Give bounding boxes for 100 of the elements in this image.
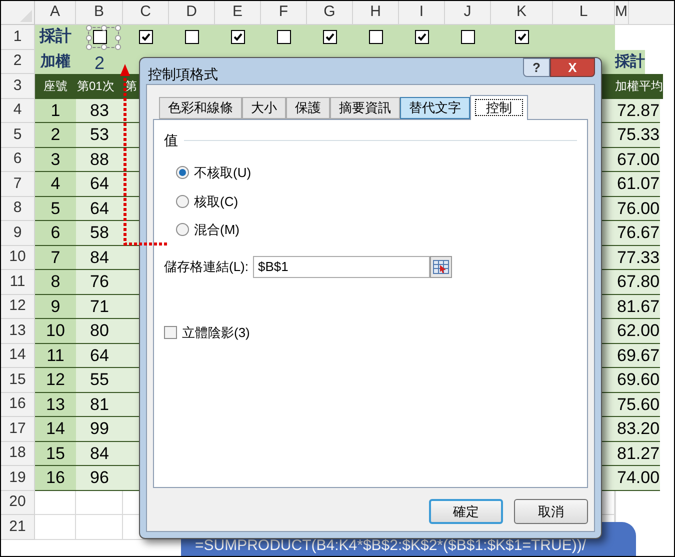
row-header[interactable]: 4	[1, 98, 35, 123]
column-header[interactable]: B	[76, 1, 123, 25]
tab[interactable]: 控制	[470, 95, 528, 120]
tab[interactable]: 保護	[286, 97, 330, 119]
table-cell: 16	[35, 466, 76, 490]
row-header[interactable]: 8	[1, 196, 35, 221]
checkbox[interactable]	[139, 30, 153, 44]
table-cell: 15	[35, 442, 76, 466]
radio-option[interactable]: 混合(M)	[176, 220, 240, 240]
table-cell: 12	[35, 368, 76, 392]
table-cell: 67.80	[615, 270, 660, 294]
table-cell: 13	[35, 392, 76, 417]
checkbox[interactable]	[277, 30, 291, 44]
column-header[interactable]: M	[615, 1, 628, 25]
table-cell: 8	[35, 270, 76, 294]
checkbox[interactable]	[185, 30, 199, 44]
table-cell: 第01次	[76, 74, 123, 98]
column-header[interactable]: J	[445, 1, 491, 25]
table-cell: 64	[76, 172, 123, 196]
row-header[interactable]: 18	[1, 442, 35, 466]
row-header[interactable]: 16	[1, 392, 35, 417]
checkbox-option[interactable]: 立體陰影(3)	[164, 322, 250, 342]
table-cell: 84	[76, 442, 123, 466]
table-cell: 75.33	[615, 123, 660, 148]
range-picker-button[interactable]	[430, 256, 452, 278]
radio-option[interactable]: 核取(C)	[176, 192, 238, 211]
table-cell: 83.20	[615, 417, 660, 442]
table-cell: 83	[76, 98, 123, 123]
row-header[interactable]: 3	[1, 74, 35, 98]
radio-option[interactable]: 不核取(U)	[176, 163, 252, 182]
table-cell: 座號	[35, 74, 76, 98]
row-header[interactable]: 19	[1, 466, 35, 490]
help-button[interactable]: ?	[523, 58, 550, 77]
checkbox[interactable]	[515, 30, 529, 44]
tab[interactable]: 摘要資訊	[330, 97, 400, 119]
table-cell: 採計	[615, 50, 645, 74]
tab[interactable]: 大小	[242, 97, 286, 119]
table-cell: 7	[35, 246, 76, 270]
row-header[interactable]: 13	[1, 319, 35, 344]
table-cell: 74.00	[615, 466, 660, 490]
table-cell: 99	[76, 417, 123, 442]
checkbox[interactable]	[231, 30, 245, 44]
checkbox[interactable]	[369, 30, 383, 44]
table-cell: 76.67	[615, 221, 660, 246]
table-cell: 6	[35, 221, 76, 246]
row-header[interactable]: 9	[1, 221, 35, 246]
column-header[interactable]: D	[169, 1, 215, 25]
field-label: 儲存格連結(L):	[164, 258, 249, 276]
checkbox[interactable]	[415, 30, 429, 44]
row-header[interactable]: 10	[1, 246, 35, 270]
tab[interactable]: 替代文字	[400, 97, 470, 119]
row-header[interactable]: 14	[1, 344, 35, 368]
table-cell: 81	[76, 392, 123, 417]
tab[interactable]: 色彩和線條	[159, 97, 242, 119]
table-cell: 77.33	[615, 246, 660, 270]
row-header[interactable]: 21	[1, 515, 35, 540]
row-header[interactable]: 20	[1, 490, 35, 515]
input-field[interactable]: $B$1	[253, 256, 430, 278]
close-button[interactable]: X	[550, 58, 595, 77]
table-cell: 3	[35, 148, 76, 172]
row-header[interactable]: 2	[1, 50, 35, 74]
table-cell: 80	[76, 319, 123, 344]
column-header[interactable]: H	[353, 1, 399, 25]
row-header[interactable]: 15	[1, 368, 35, 392]
column-header[interactable]: K	[491, 1, 553, 25]
table-cell: 11	[35, 344, 76, 368]
row-header[interactable]: 17	[1, 417, 35, 442]
column-header[interactable]: E	[215, 1, 261, 25]
row-header[interactable]: 6	[1, 148, 35, 172]
table-cell: 2	[35, 123, 76, 148]
column-header[interactable]: F	[261, 1, 307, 25]
table-cell: 81.27	[615, 442, 660, 466]
checkbox[interactable]	[323, 30, 337, 44]
column-header[interactable]: C	[123, 1, 169, 25]
table-cell: 採計	[35, 25, 76, 50]
table-cell: 55	[76, 368, 123, 392]
table-cell: 53	[76, 123, 123, 148]
table-cell: 5	[35, 196, 76, 221]
dialog-button[interactable]: 確定	[429, 499, 503, 524]
column-header[interactable]: A	[35, 1, 76, 25]
table-cell: 4	[35, 172, 76, 196]
table-cell: 88	[76, 148, 123, 172]
table-cell: 10	[35, 319, 76, 344]
table-cell: 加權	[35, 50, 76, 74]
table-cell: 69.60	[615, 368, 660, 392]
table-cell: 76.00	[615, 196, 660, 221]
row-header[interactable]: 11	[1, 270, 35, 294]
checkbox[interactable]	[461, 30, 475, 44]
column-header[interactable]: L	[553, 1, 615, 25]
table-cell: 71	[76, 294, 123, 319]
row-header[interactable]: 1	[1, 25, 35, 50]
row-header[interactable]: 5	[1, 123, 35, 148]
column-header[interactable]: I	[399, 1, 445, 25]
column-header[interactable]: G	[307, 1, 353, 25]
checkbox[interactable]	[92, 30, 106, 44]
row-header[interactable]: 12	[1, 294, 35, 319]
table-cell: 81.67	[615, 294, 660, 319]
dialog-button[interactable]: 取消	[514, 499, 588, 524]
row-header[interactable]: 7	[1, 172, 35, 196]
table-cell: 96	[76, 466, 123, 490]
